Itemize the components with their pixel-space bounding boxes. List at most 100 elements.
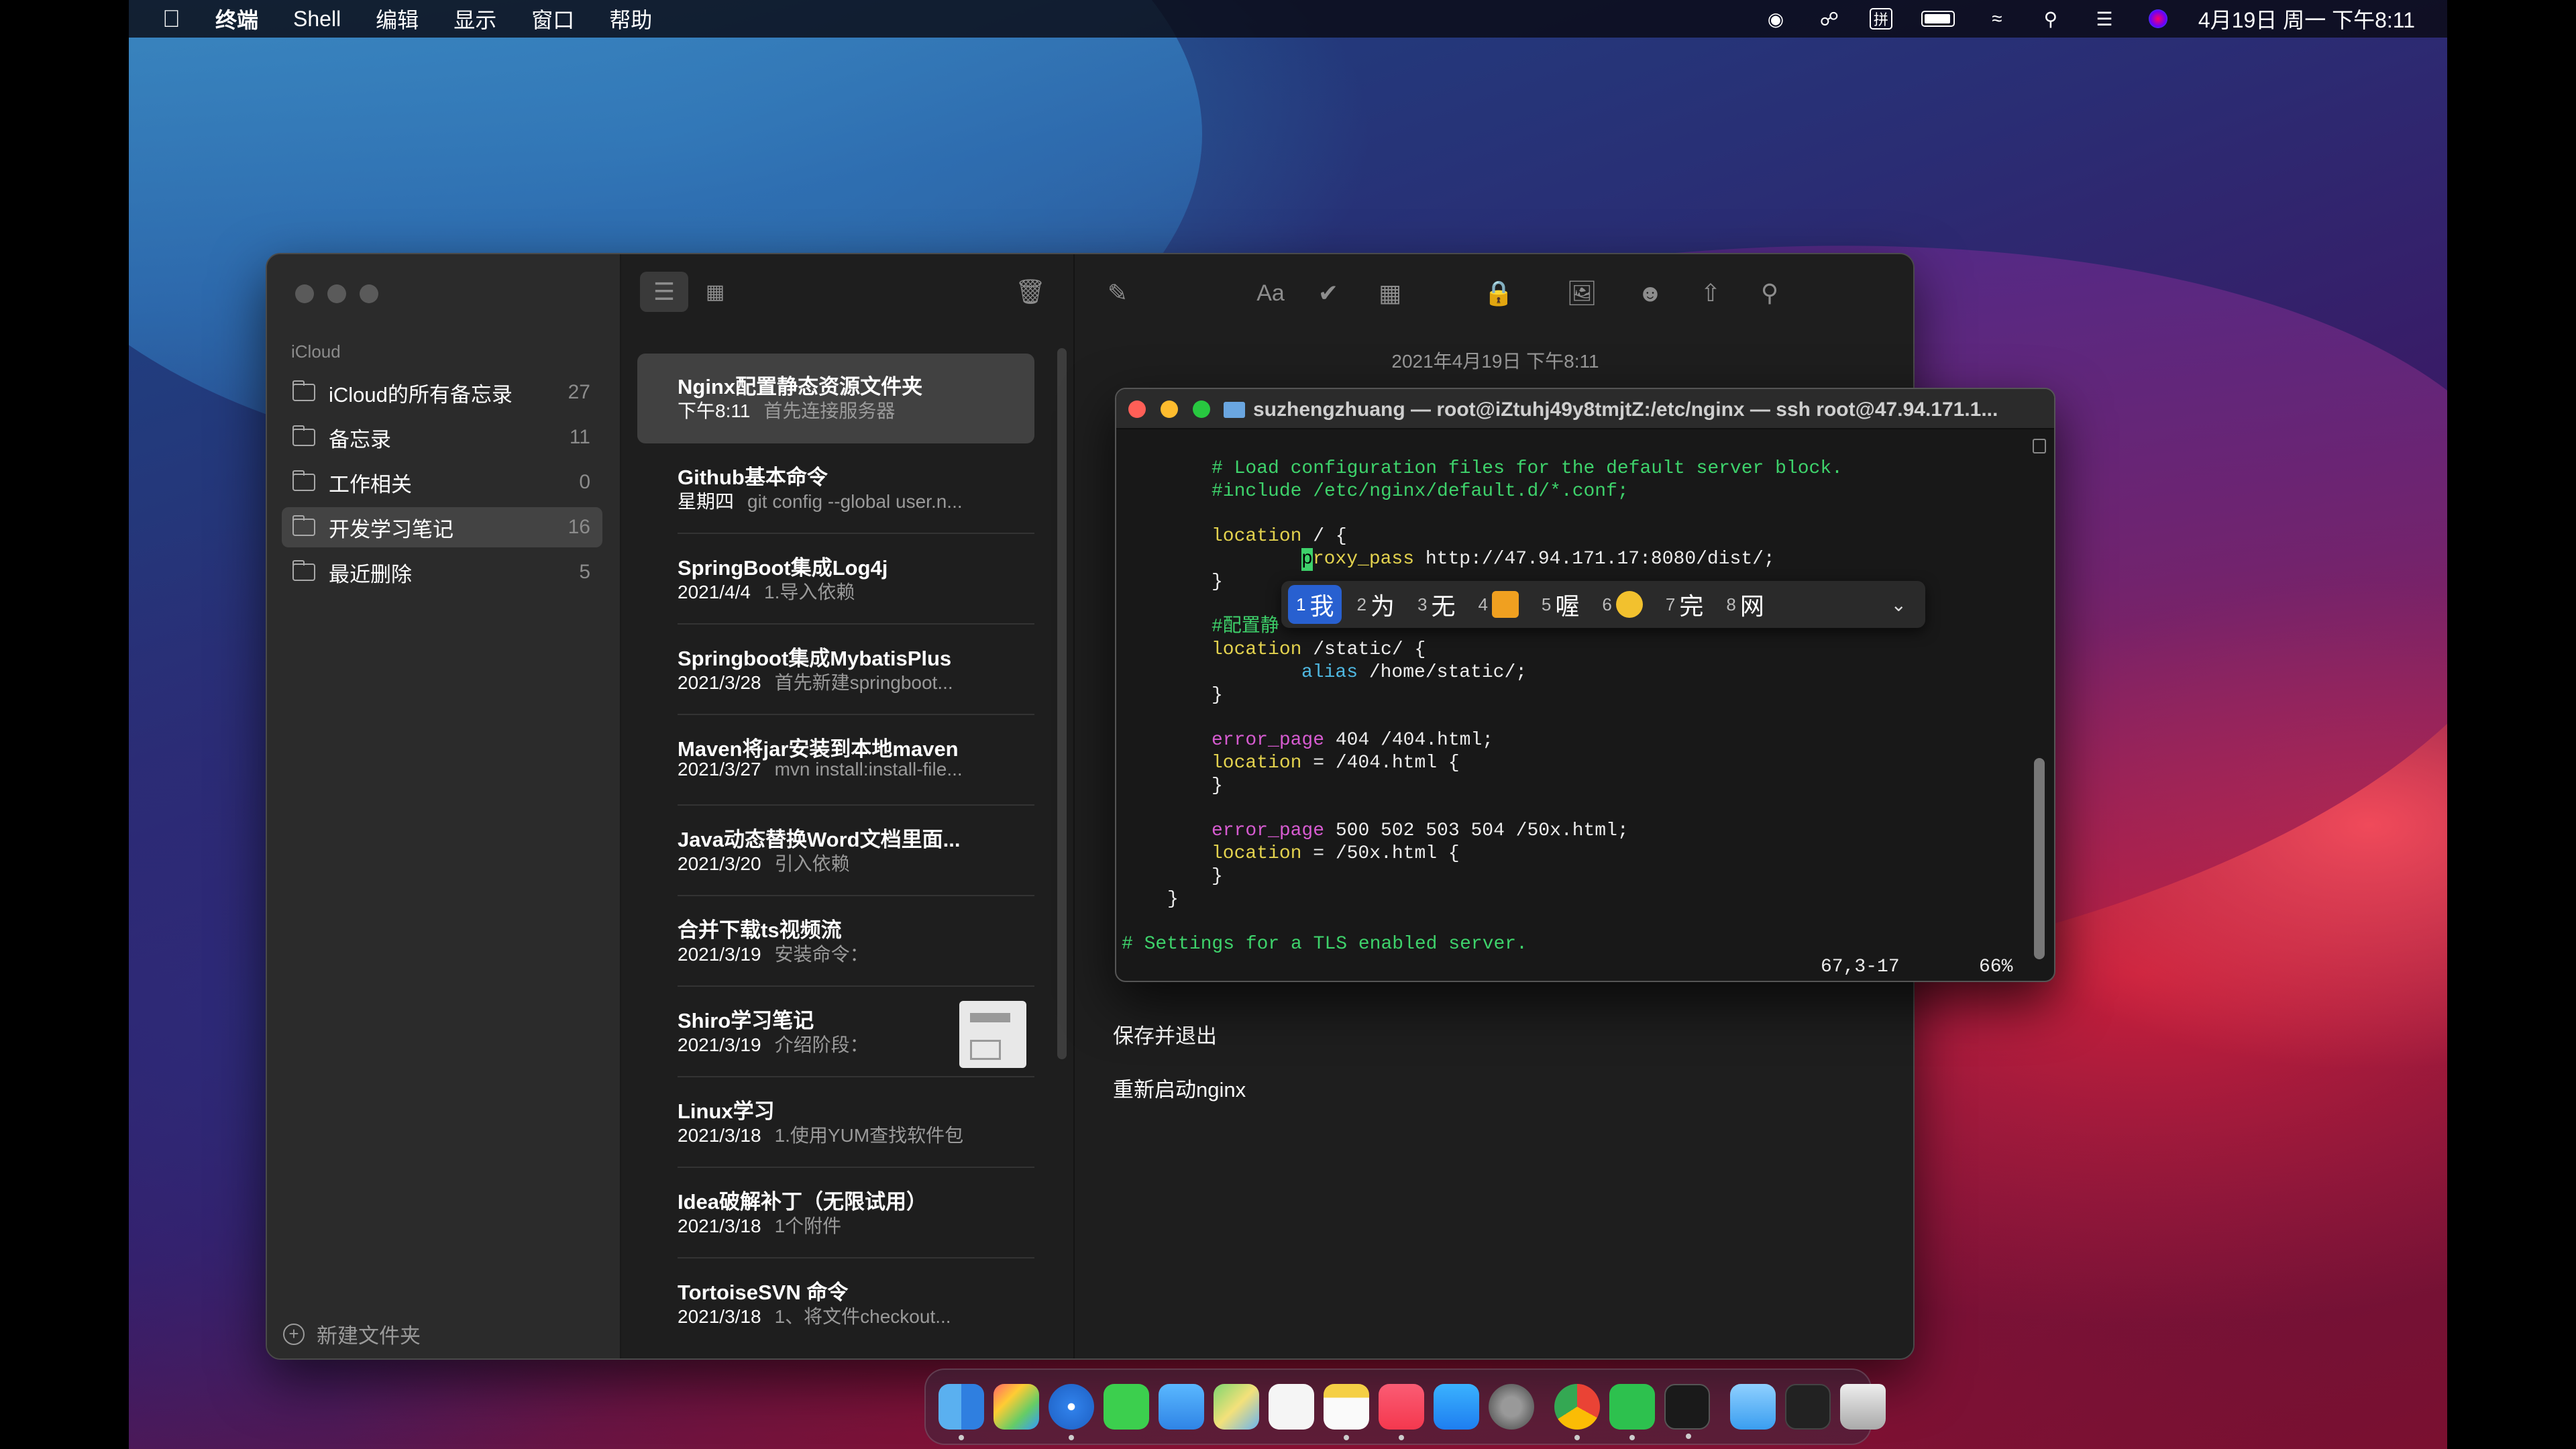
minimize-button[interactable] [327, 284, 346, 303]
music-icon[interactable] [1379, 1384, 1424, 1440]
format-text-icon[interactable]: Aa [1249, 274, 1292, 312]
menu-shell[interactable]: Shell [293, 7, 341, 32]
ime-candidate[interactable]: 3无 [1409, 585, 1463, 624]
app-store-icon[interactable] [1434, 1384, 1479, 1430]
folder-icon [292, 515, 315, 536]
folder-notes[interactable]: 备忘录 11 [282, 417, 602, 458]
media-icon[interactable]: 🖼 [1550, 274, 1614, 312]
collaborate-icon[interactable]: ☻ [1631, 274, 1669, 312]
close-button[interactable] [1128, 400, 1146, 418]
candidate-text: 网 [1739, 592, 1764, 620]
zoom-button[interactable] [1193, 400, 1210, 418]
messages-icon[interactable] [1104, 1384, 1149, 1430]
running-indicator [1069, 1435, 1074, 1440]
checklist-icon[interactable]: ✔ [1309, 274, 1347, 312]
ime-candidate[interactable]: 5喔 [1534, 585, 1587, 624]
table-icon[interactable]: ▦ [1371, 274, 1409, 312]
desktop:  终端 Shell 编辑 显示 窗口 帮助 ◉ ☍ 拼 ≈ ⚲ ☰ 4月19日… [129, 0, 2447, 1449]
notes-icon[interactable] [1324, 1384, 1369, 1440]
wifi-icon[interactable]: ≈ [1984, 8, 2010, 30]
wechat-icon[interactable]: ☍ [1816, 8, 1843, 30]
menu-view[interactable]: 显示 [453, 3, 496, 34]
notes-sidebar: iCloud iCloud的所有备忘录 27 备忘录 11 工作相关 0 开发学… [267, 254, 621, 1358]
screen-record-icon[interactable]: ◉ [1762, 8, 1789, 30]
note-item[interactable]: Maven将jar安装到本地maven 2021/3/27 mvn install… [637, 716, 1034, 806]
candidate-number: 3 [1417, 594, 1428, 614]
control-center-icon[interactable]: ☰ [2091, 8, 2118, 30]
candidate-text: 喔 [1555, 592, 1580, 620]
terminal-icon[interactable] [1664, 1384, 1710, 1439]
folder-all-icloud[interactable]: iCloud的所有备忘录 27 [282, 372, 602, 413]
mail-icon[interactable] [1159, 1384, 1204, 1430]
minimize-button[interactable] [1161, 400, 1178, 418]
new-folder-button[interactable]: + 新建文件夹 [283, 1319, 421, 1349]
note-item[interactable]: 合并下载ts视频流 2021/3/19 安装命令： [637, 897, 1034, 987]
code-keyword: location [1212, 639, 1302, 660]
activity-monitor-icon[interactable] [1785, 1384, 1831, 1430]
menu-window[interactable]: 窗口 [531, 3, 574, 34]
running-indicator [1686, 1434, 1691, 1439]
menu-app-name[interactable]: 终端 [215, 3, 258, 34]
folder-recently-deleted[interactable]: 最近删除 5 [282, 552, 602, 592]
code-keyword: error_page [1212, 730, 1325, 751]
search-icon[interactable]: ⚲ [1751, 274, 1788, 312]
note-line[interactable]: 重新启动nginx [1113, 1073, 1246, 1103]
note-title: Nginx配置静态资源文件夹 [678, 375, 923, 398]
note-meta: 2021/3/19 介绍阶段： [678, 1030, 869, 1057]
trash-icon[interactable]: 🗑 [1010, 272, 1051, 312]
chevron-down-icon[interactable]: ⌄ [1891, 594, 1907, 616]
menu-datetime[interactable]: 4月19日 周一 下午8:11 [2198, 3, 2415, 34]
note-list-scrollbar[interactable] [1057, 348, 1067, 1059]
folder-icon [292, 560, 315, 581]
finder-icon[interactable] [938, 1384, 984, 1440]
folder-dev-notes[interactable]: 开发学习笔记 16 [282, 507, 602, 547]
downloads-folder-icon[interactable] [1730, 1384, 1776, 1430]
chrome-icon[interactable] [1554, 1384, 1600, 1440]
gallery-view-icon[interactable]: ▦ [695, 272, 735, 312]
safari-icon[interactable] [1049, 1384, 1094, 1440]
ime-candidate[interactable]: 2为 [1348, 585, 1402, 624]
note-item[interactable]: Nginx配置静态资源文件夹 下午8:11 首先连接服务器 [637, 354, 1034, 443]
launchpad-icon[interactable] [994, 1384, 1039, 1430]
ime-candidate[interactable]: 8网 [1718, 585, 1772, 624]
folder-work[interactable]: 工作相关 0 [282, 462, 602, 502]
note-date: 星期四 [678, 491, 735, 512]
note-item[interactable]: Java动态替换Word文档里面... 2021/3/20 引入依赖 [637, 806, 1034, 896]
lock-icon[interactable]: 🔒 [1472, 274, 1525, 312]
note-item[interactable]: Springboot集成MybatisPlus 2021/3/28 首先新建spr… [637, 625, 1034, 715]
note-item[interactable]: TortoiseSVN 命令 2021/3/18 1、将文件checkout... [637, 1259, 1034, 1349]
note-item[interactable]: Github基本命令 星期四 git config --global user.n… [637, 444, 1034, 534]
note-item[interactable]: SpringBoot集成Log4j 2021/4/4 1.导入依赖 [637, 535, 1034, 625]
folder-label: iCloud的所有备忘录 [329, 382, 513, 407]
note-item[interactable]: Shiro学习笔记 2021/3/19 介绍阶段： [637, 987, 1034, 1077]
note-item[interactable]: Linux学习 2021/3/18 1.使用YUM查找软件包 [637, 1078, 1034, 1168]
note-title: Idea破解补丁（无限试用） [678, 1190, 928, 1214]
trash-icon[interactable] [1840, 1384, 1886, 1430]
ime-candidate[interactable]: 6 [1594, 585, 1650, 624]
compose-icon[interactable]: ✎ [1099, 274, 1136, 312]
code-line: } [1212, 572, 1223, 592]
list-view-icon[interactable]: ☰ [640, 272, 688, 312]
terminal-scrollbar[interactable] [2034, 758, 2045, 959]
ime-candidate[interactable]: 4 [1470, 585, 1526, 624]
apple-menu-icon[interactable]:  [162, 5, 180, 33]
folder-icon [292, 380, 315, 401]
input-method-icon[interactable]: 拼 [1869, 8, 1892, 30]
menu-help[interactable]: 帮助 [609, 3, 652, 34]
wechat-app-icon[interactable] [1609, 1384, 1655, 1440]
system-preferences-icon[interactable] [1489, 1384, 1534, 1430]
maps-icon[interactable] [1214, 1384, 1259, 1430]
siri-icon[interactable] [2145, 8, 2171, 30]
ime-candidate[interactable]: 7完 [1658, 585, 1711, 624]
menu-edit[interactable]: 编辑 [376, 3, 419, 34]
note-line[interactable]: 保存并退出 [1113, 1019, 1217, 1049]
close-button[interactable] [295, 284, 314, 303]
code-line: error_page 500 502 503 504 /50x.html; [1212, 820, 1629, 843]
spotlight-icon[interactable]: ⚲ [2037, 8, 2064, 30]
share-icon[interactable]: ⇧ [1692, 274, 1729, 312]
reminders-icon[interactable] [1269, 1384, 1314, 1430]
zoom-button[interactable] [360, 284, 378, 303]
ime-candidate[interactable]: 1我 [1288, 585, 1342, 624]
note-item[interactable]: Idea破解补丁（无限试用） 2021/3/18 1个附件 [637, 1169, 1034, 1258]
battery-icon[interactable] [1919, 8, 1957, 30]
